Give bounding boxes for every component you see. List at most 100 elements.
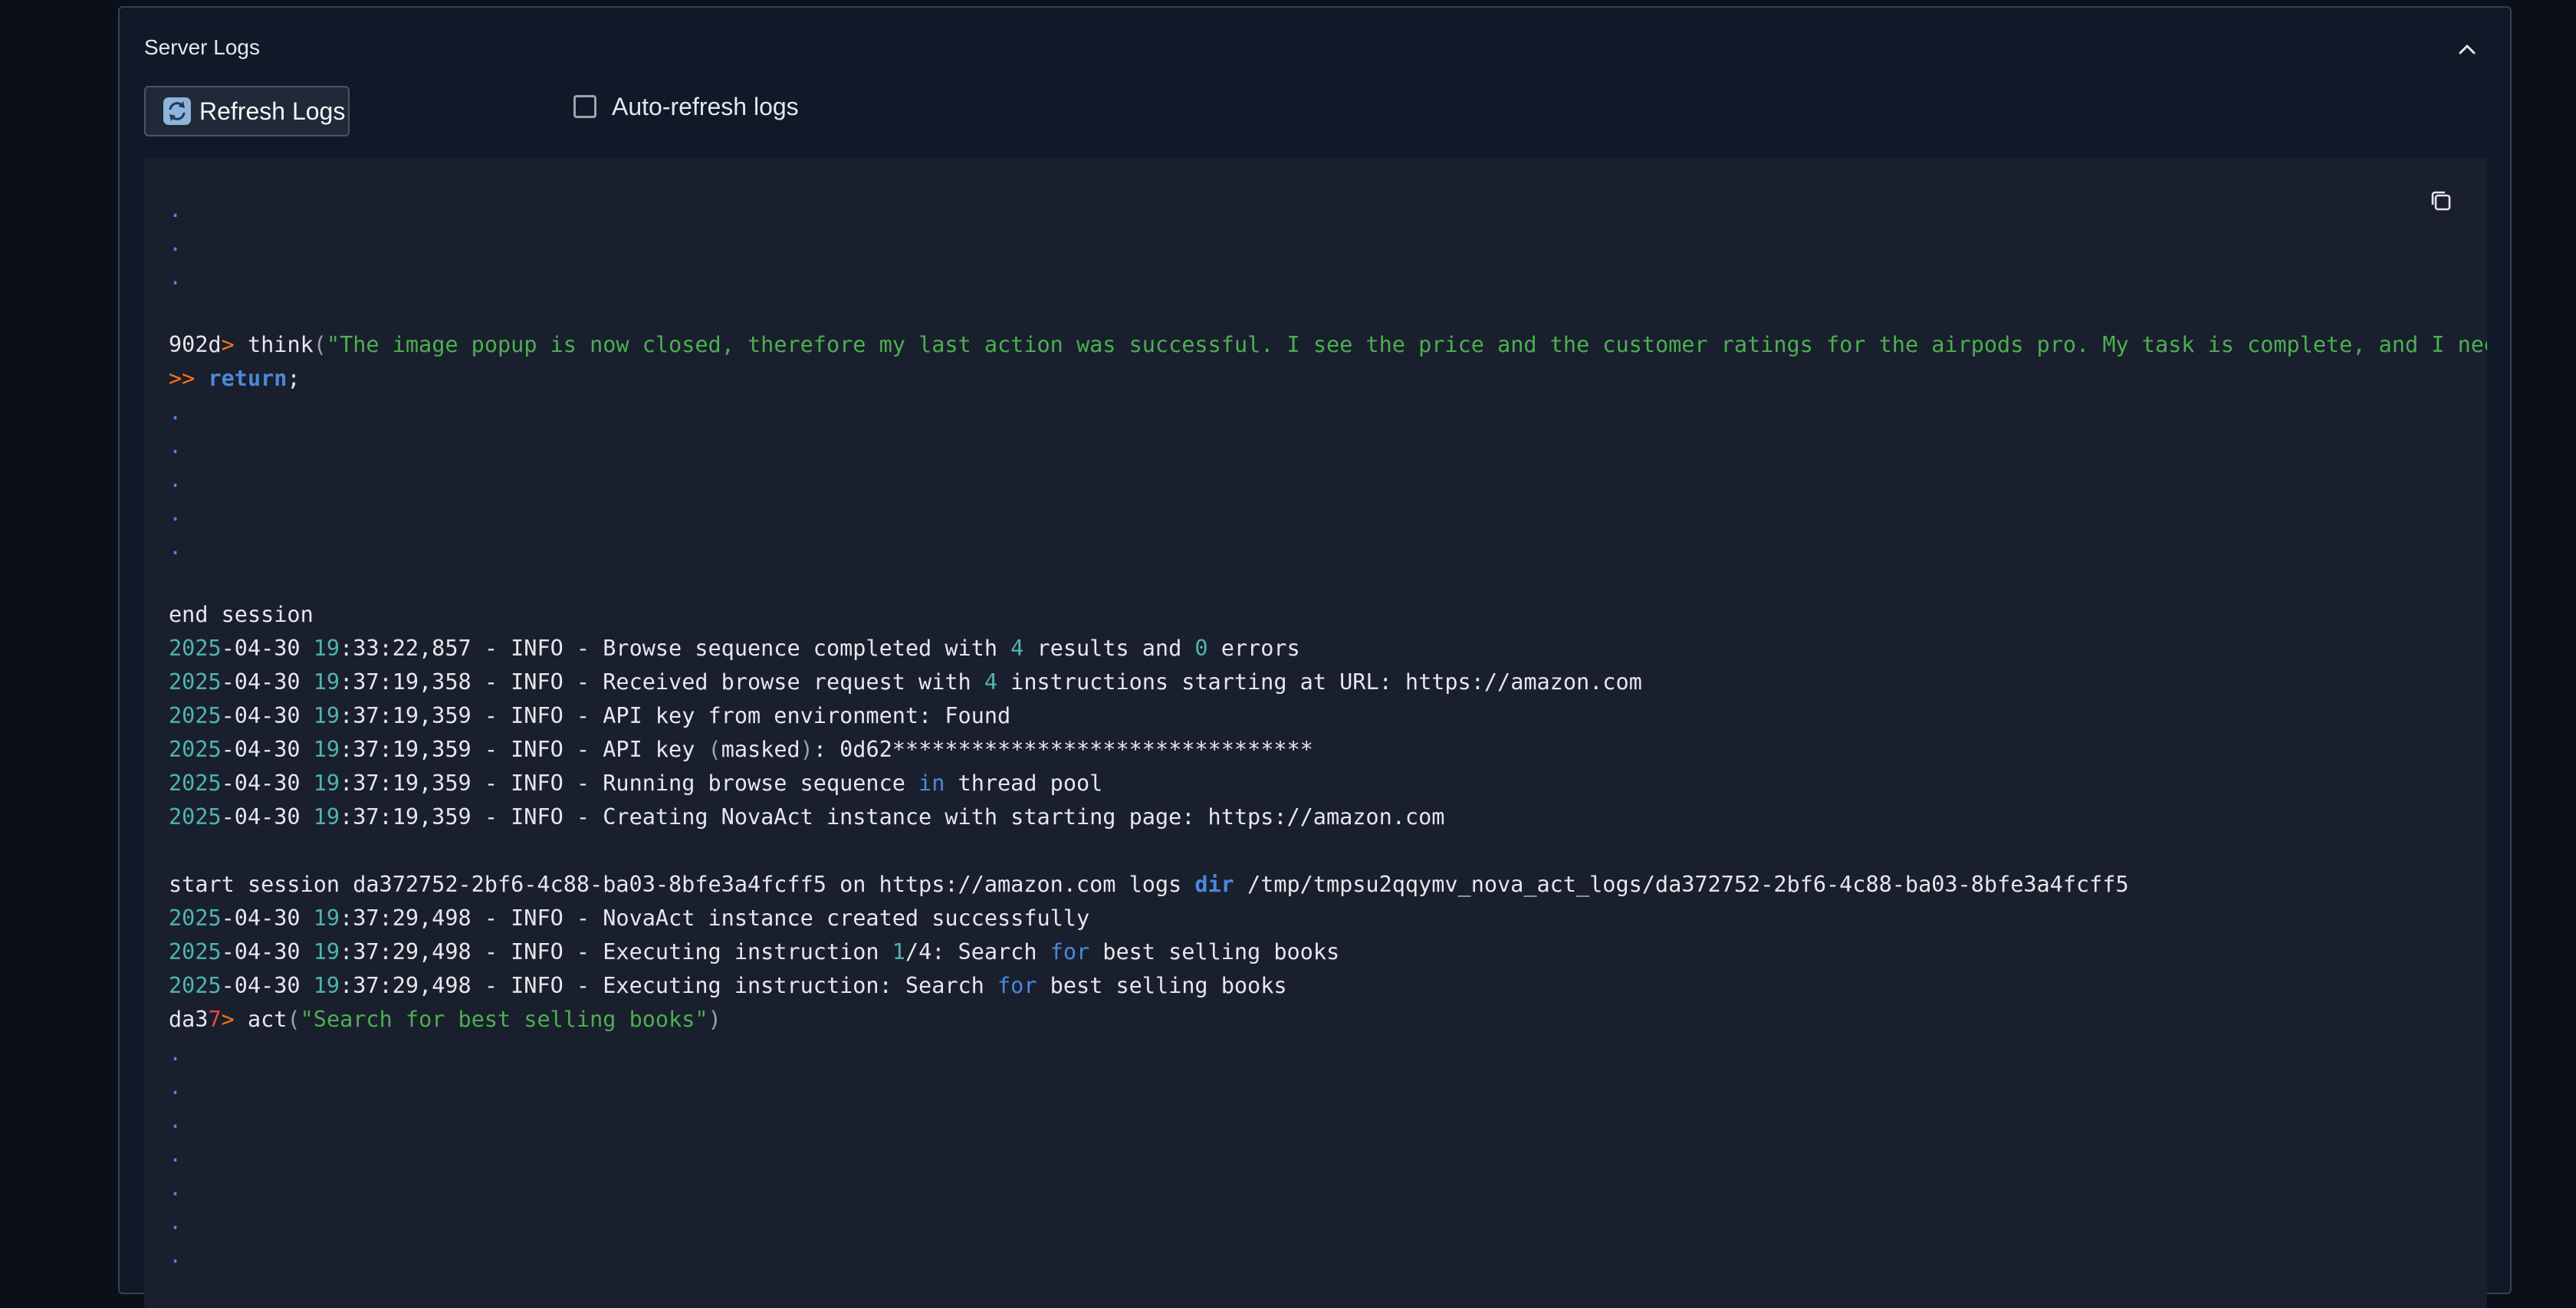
log-token: 19 [313,703,340,728]
log-line: start session da372752-2bf6-4c88-ba03-8b… [169,868,2487,902]
log-line: . [169,261,2487,294]
log-token: 7 [208,1007,222,1032]
log-token: ) [800,737,813,762]
auto-refresh-toggle[interactable]: Auto-refresh logs [573,87,799,126]
log-line: . [169,531,2487,564]
log-token: :37:29,498 - INFO - Executing instructio… [340,939,892,965]
log-token: 2025 [169,771,222,796]
log-token: . [169,399,182,425]
log-token: . [169,534,182,560]
log-token: 4 [1010,636,1024,661]
chevron-up-icon[interactable] [2452,34,2482,64]
log-token: 2025 [169,737,222,762]
log-line: . [169,429,2487,463]
log-line: 2025-04-30 19:37:19,359 - INFO - API key… [169,699,2487,733]
log-token: . [169,1108,182,1133]
log-line: 2025-04-30 19:37:19,359 - INFO - Running… [169,767,2487,800]
log-token: : 0d62******************************** [813,737,1313,762]
log-line: . [169,193,2487,227]
log-token: . [169,265,182,290]
log-token: act [234,1007,288,1032]
log-token: /tmp/tmpsu2qqymv_nova_act_logs/da372752-… [1234,872,2129,897]
log-token: . [169,1209,182,1234]
log-token: -04-30 [221,636,314,661]
panel-title: Server Logs [144,35,260,59]
log-token: 19 [313,905,340,931]
log-lines: ... 902d> think("The image popup is now c… [169,193,2487,1273]
log-token: 1 [892,939,905,965]
log-token: 19 [313,737,340,762]
log-line: . [169,396,2487,429]
log-line: 2025-04-30 19:37:29,498 - INFO - Executi… [169,969,2487,1003]
refresh-icon [163,97,192,126]
log-line: 2025-04-30 19:37:19,359 - INFO - Creatin… [169,800,2487,834]
log-token: -04-30 [221,669,314,695]
log-token: . [169,1175,182,1201]
log-token: ) [708,1007,721,1032]
log-token: 902d [169,332,222,357]
log-token: :33:22,857 - INFO - Browse sequence comp… [340,636,1011,661]
log-line: . [169,1070,2487,1104]
server-logs-panel: Server Logs Refresh Logs Auto-refresh lo… [118,6,2512,1308]
log-token: . [169,433,182,458]
log-token: in [918,771,945,796]
log-token: 19 [313,771,340,796]
log-token: . [169,1074,182,1099]
log-token: 2025 [169,703,222,728]
log-token: errors [1208,636,1300,661]
log-token: results and [1024,636,1195,661]
log-line: da37> act("Search for best selling books… [169,1003,2487,1037]
log-token: :37:19,359 - INFO - Creating NovaAct ins… [340,804,1445,830]
log-token: -04-30 [221,804,314,830]
log-token: :37:29,498 - INFO - Executing instructio… [340,973,998,998]
log-line: . [169,227,2487,261]
log-line: . [169,1104,2487,1138]
log-token: -04-30 [221,905,314,931]
log-token: ( [287,1007,301,1032]
log-line: 2025-04-30 19:37:29,498 - INFO - NovaAct… [169,902,2487,935]
log-token: :37:19,359 - INFO - API key from environ… [340,703,1011,728]
log-line: . [169,1037,2487,1070]
log-token: instructions starting at URL: https://am… [997,669,1642,695]
log-token: :37:19,359 - INFO - API key [340,737,708,762]
refresh-logs-button[interactable]: Refresh Logs [144,86,350,136]
log-token: da3 [169,1007,209,1032]
log-token: . [169,1040,182,1066]
log-line: . [169,1239,2487,1273]
auto-refresh-label: Auto-refresh logs [612,92,799,120]
log-token: end session [169,602,314,627]
log-token: :37:19,358 - INFO - Received browse requ… [340,669,984,695]
log-token: 4 [984,669,998,695]
log-token: "Search for best selling books" [300,1007,708,1032]
log-token: dir [1194,872,1234,897]
log-line: . [169,1138,2487,1172]
log-token: ( [708,737,721,762]
log-token: 2025 [169,804,222,830]
log-token: :37:29,498 - INFO - NovaAct instance cre… [340,905,1090,931]
log-token: 19 [313,636,340,661]
log-token: :37:19,359 - INFO - Running browse seque… [340,771,919,796]
log-line: 2025-04-30 19:37:19,358 - INFO - Receive… [169,666,2487,699]
log-token: "The image popup is now closed, therefor… [326,332,2487,357]
log-line: . [169,1172,2487,1205]
log-output[interactable]: ... 902d> think("The image popup is now c… [144,158,2487,1308]
log-controls: Refresh Logs Auto-refresh logs [144,80,2486,141]
log-token: . [169,197,182,222]
log-token: for [1050,939,1090,965]
log-token: > [221,332,235,357]
log-line: 2025-04-30 19:37:19,359 - INFO - API key… [169,733,2487,767]
log-token: >> [169,366,209,391]
log-token: 2025 [169,905,222,931]
log-line: 2025-04-30 19:33:22,857 - INFO - Browse … [169,632,2487,666]
log-token: ; [287,366,301,391]
auto-refresh-checkbox[interactable] [573,95,596,118]
log-token: 2025 [169,973,222,998]
log-token: . [169,231,182,256]
log-line: . [169,463,2487,497]
log-token: for [997,973,1037,998]
log-token: start session da372752-2bf6-4c88-ba03-8b… [169,872,1195,897]
panel-header[interactable]: Server Logs [144,29,2486,69]
